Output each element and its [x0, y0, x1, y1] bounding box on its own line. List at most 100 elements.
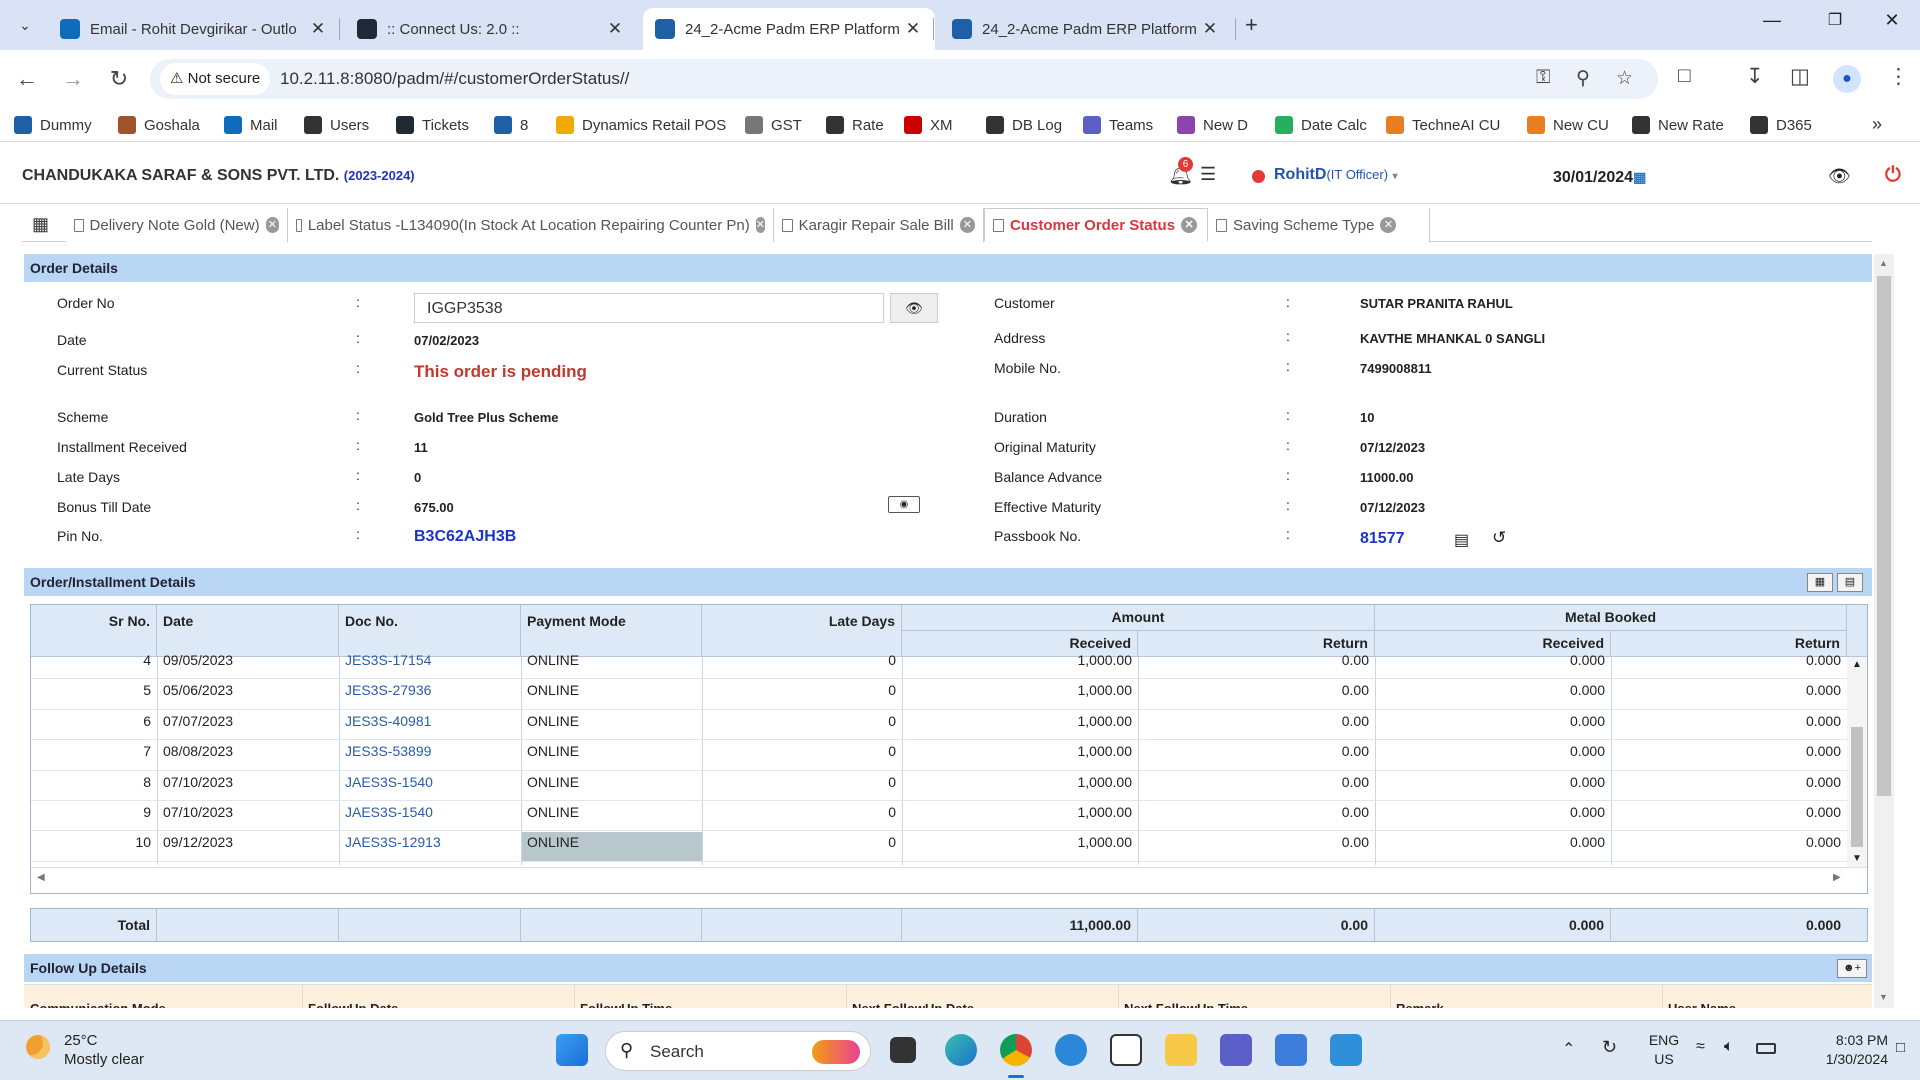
follow-up-col-header[interactable]: Remark — [1396, 1001, 1444, 1008]
grid-hscrollbar[interactable]: ◀ ▶ — [31, 867, 1867, 893]
scroll-left-arrow-icon[interactable]: ◀ — [37, 872, 45, 883]
bookmark-item[interactable]: D365 — [1750, 114, 1812, 136]
scroll-down-arrow-icon[interactable]: ▼ — [1852, 853, 1862, 864]
doc-link[interactable]: JES3S-40981 — [345, 711, 521, 731]
task-view-icon[interactable] — [890, 1037, 916, 1063]
apps-grid-icon[interactable]: ▦ — [32, 214, 49, 235]
bookmark-item[interactable]: Dummy — [14, 114, 92, 136]
order-no-input[interactable]: IGGP3538 — [414, 293, 884, 323]
add-follow-up-icon[interactable]: ☻+ — [1837, 959, 1867, 978]
module-tab[interactable]: Customer Order Status ✕ — [984, 208, 1208, 242]
tab-close-icon[interactable]: ✕ — [903, 19, 923, 39]
wifi-icon[interactable]: ≈ — [1696, 1038, 1705, 1056]
eye-slash-icon[interactable]: 👁︎ — [1828, 166, 1851, 187]
follow-up-col-header[interactable]: Next FollowUp Time — [1124, 1001, 1248, 1008]
table-row[interactable]: 10 09/12/2023 JAES3S-12913 ONLINE 0 1,000.00 0… — [31, 832, 1847, 862]
star-icon[interactable]: ☆ — [1616, 67, 1633, 90]
browser-tab[interactable]: :: Connect Us: 2.0 :: ✕ — [345, 8, 637, 50]
bookmark-item[interactable]: Teams — [1083, 114, 1153, 136]
module-tab-close-icon[interactable]: ✕ — [1380, 217, 1397, 233]
grid-vscroll-thumb[interactable] — [1851, 727, 1863, 847]
export-pdf-icon[interactable]: ▤ — [1837, 573, 1863, 592]
bookmark-item[interactable]: GST — [745, 114, 802, 136]
url-text[interactable]: 10.2.11.8:8080/padm/#/customerOrderStatu… — [280, 69, 629, 89]
bookmark-item[interactable]: Goshala — [118, 114, 200, 136]
side-panel-icon[interactable]: ◫ — [1790, 64, 1810, 89]
bookmark-item[interactable]: New D — [1177, 114, 1248, 136]
restore-button[interactable]: ❐ — [1815, 10, 1855, 40]
doc-link[interactable]: JAES3S-12913 — [345, 832, 521, 852]
follow-up-col-header[interactable]: Communication Mode — [30, 1001, 166, 1008]
power-icon[interactable]: ⏻ — [1885, 164, 1901, 187]
clock[interactable]: 8:03 PM 1/30/2024 — [1792, 1031, 1888, 1069]
bookmark-item[interactable]: Users — [304, 114, 369, 136]
minimize-button[interactable]: — — [1752, 10, 1792, 40]
bookmark-item[interactable]: New CU — [1527, 114, 1609, 136]
page-vscrollbar[interactable]: ▲ ▼ — [1874, 254, 1894, 1008]
menu-icon[interactable]: ⋮ — [1888, 64, 1909, 89]
start-icon[interactable] — [556, 1034, 588, 1066]
close-window-button[interactable]: ✕ — [1872, 10, 1912, 40]
address-bar[interactable]: ⚠︎ Not secure 10.2.11.8:8080/padm/#/cust… — [150, 59, 1658, 99]
user-menu[interactable]: RohitD(IT Officer) ▾ — [1274, 166, 1398, 184]
table-row[interactable]: 8 07/10/2023 JAES3S-1540 ONLINE 0 1,000.00 0.0… — [31, 772, 1847, 802]
reload-button[interactable]: ↻ — [104, 64, 134, 94]
teams-icon[interactable] — [1220, 1034, 1252, 1066]
follow-up-col-header[interactable]: FollowUp Date — [308, 1001, 398, 1008]
history-icon[interactable]: ↺ — [1492, 528, 1506, 548]
notepad-icon[interactable] — [1275, 1034, 1307, 1066]
scroll-right-arrow-icon[interactable]: ▶ — [1833, 872, 1841, 883]
weather-widget[interactable]: 25°C Mostly clear — [22, 1031, 182, 1071]
more-bookmarks-icon[interactable]: » — [1872, 114, 1882, 135]
money-icon[interactable]: ◉ — [888, 496, 920, 513]
follow-up-col-header[interactable]: User Name — [1668, 1001, 1736, 1008]
phone-app-icon[interactable] — [1055, 1034, 1087, 1066]
key-icon[interactable]: ⚿ — [1536, 67, 1550, 89]
page-scroll-up-icon[interactable]: ▲ — [1879, 258, 1888, 268]
extensions-icon[interactable]: □ — [1678, 64, 1691, 88]
passbook-card-icon[interactable]: ▤ — [1454, 530, 1469, 550]
taskbar-search[interactable]: ⚲ Search — [605, 1031, 871, 1071]
bookmark-item[interactable]: TechneAI CU — [1386, 114, 1500, 136]
table-row[interactable]: 9 07/10/2023 JAES3S-1540 ONLINE 0 1,000.00 0.0… — [31, 802, 1847, 832]
doc-link[interactable]: JES3S-53899 — [345, 741, 521, 761]
sync-icon[interactable]: ↻ — [1602, 1037, 1617, 1058]
bookmark-item[interactable]: DB Log — [986, 114, 1062, 136]
bookmark-item[interactable]: Dynamics Retail POS — [556, 114, 726, 136]
page-scroll-thumb[interactable] — [1877, 276, 1891, 796]
follow-up-col-header[interactable]: Next FollowUp Date — [852, 1001, 974, 1008]
tab-close-icon[interactable]: ✕ — [1200, 19, 1220, 39]
module-tab-close-icon[interactable]: ✕ — [1181, 217, 1198, 233]
doc-link[interactable]: JAES3S-1540 — [345, 802, 521, 822]
table-row[interactable]: 6 07/07/2023 JES3S-40981 ONLINE 0 1,000.00 0.0… — [31, 711, 1847, 741]
bookmark-item[interactable]: XM — [904, 114, 953, 136]
notification-center-icon[interactable]: □ — [1896, 1039, 1905, 1056]
follow-up-col-header[interactable]: FollowUp Time — [580, 1001, 672, 1008]
view-order-eye-icon[interactable]: 👁︎ — [890, 293, 938, 323]
chrome-icon[interactable] — [1000, 1034, 1032, 1066]
module-tab[interactable]: Label Status -L134090(In Stock At Locati… — [288, 208, 774, 242]
bookmark-item[interactable]: Mail — [224, 114, 278, 136]
profile-avatar[interactable]: ● — [1833, 65, 1861, 93]
date-picker[interactable]: 30/01/2024▦ — [1553, 169, 1646, 187]
module-tab-close-icon[interactable]: ✕ — [755, 217, 765, 233]
browser-tab[interactable]: 24_2-Acme Padm ERP Platform ✕ — [643, 8, 935, 50]
download-icon[interactable]: ↧ — [1746, 64, 1764, 89]
table-row[interactable]: 4 09/05/2023 JES3S-17154 ONLINE 0 1,000.00 0.0… — [31, 650, 1847, 680]
module-tab-close-icon[interactable]: ✕ — [265, 217, 279, 233]
page-scroll-down-icon[interactable]: ▼ — [1879, 992, 1888, 1002]
module-tab[interactable]: Delivery Note Gold (New) ✕ — [66, 208, 288, 242]
module-tab-close-icon[interactable]: ✕ — [959, 217, 975, 233]
bookmark-item[interactable]: 8 — [494, 114, 528, 136]
export-excel-icon[interactable]: ▦ — [1807, 573, 1833, 592]
browser-tab[interactable]: Email - Rohit Devgirikar - Outlo ✕ — [48, 8, 340, 50]
file-explorer-icon[interactable] — [1165, 1034, 1197, 1066]
battery-icon[interactable] — [1756, 1043, 1776, 1054]
bookmark-item[interactable]: Rate — [826, 114, 884, 136]
module-tab[interactable]: Karagir Repair Sale Bill ✕ — [774, 208, 984, 242]
paint-icon[interactable] — [1330, 1034, 1362, 1066]
doc-link[interactable]: JES3S-27936 — [345, 680, 521, 700]
security-indicator[interactable]: ⚠︎ Not secure — [160, 63, 271, 95]
tab-search-button[interactable]: ⌄ — [10, 12, 40, 38]
browser-tab[interactable]: 24_2-Acme Padm ERP Platform ✕ — [940, 8, 1232, 50]
